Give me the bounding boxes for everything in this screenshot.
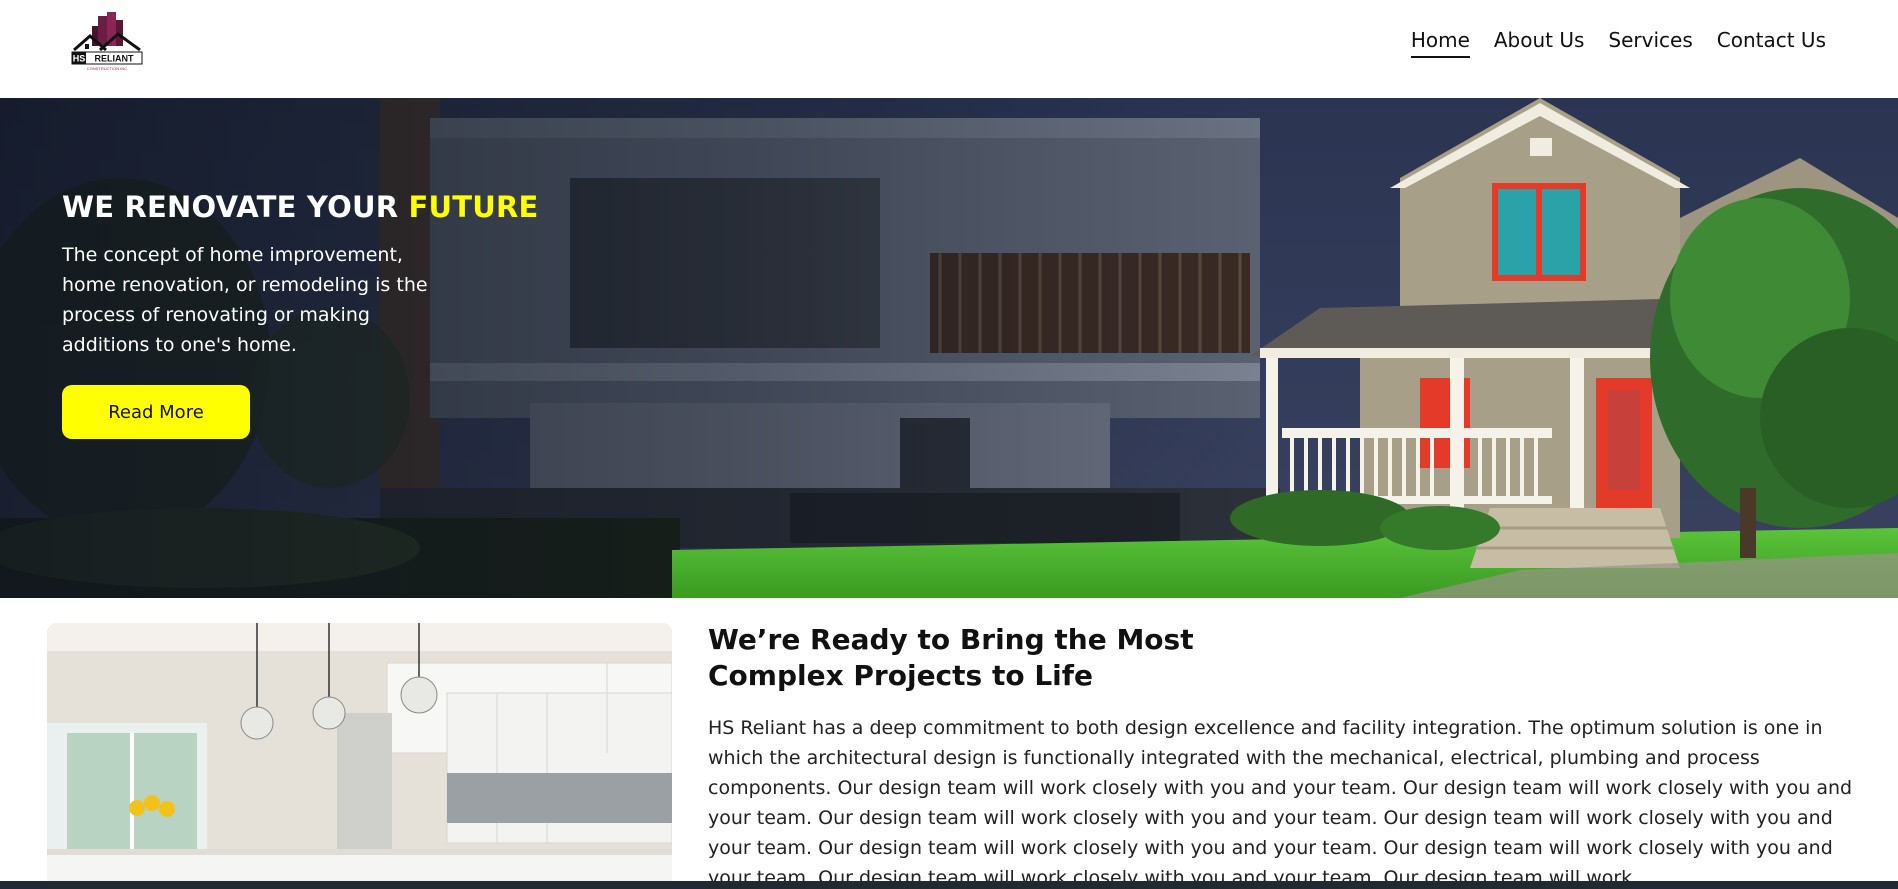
hero-title-accent: FUTURE — [408, 190, 539, 224]
kitchen-photo-graphic — [47, 623, 672, 889]
hero-title-main: WE RENOVATE YOUR — [62, 190, 409, 224]
hero-title: WE RENOVATE YOUR FUTURE — [62, 190, 539, 224]
nav-link-home[interactable]: Home — [1410, 28, 1470, 58]
about-paragraph: HS Reliant has a deep commitment to both… — [708, 717, 1853, 889]
site-header: HS RELIANT CONSTRUCTION INC Home About U… — [0, 0, 1898, 98]
read-more-button[interactable]: Read More — [62, 385, 250, 439]
logo-graphic: HS RELIANT CONSTRUCTION INC — [71, 12, 143, 71]
kitchen-image — [47, 623, 672, 889]
svg-text:CONSTRUCTION INC: CONSTRUCTION INC — [87, 66, 127, 71]
hero-banner: WE RENOVATE YOUR FUTURE The concept of h… — [0, 98, 1898, 598]
nav-link-contact-us[interactable]: Contact Us — [1717, 28, 1826, 58]
svg-text:HS: HS — [73, 54, 86, 64]
nav-link-about-us[interactable]: About Us — [1494, 28, 1585, 58]
svg-text:RELIANT: RELIANT — [95, 54, 134, 64]
nav-link-services[interactable]: Services — [1608, 28, 1692, 58]
hero-description: The concept of home improvement, home re… — [62, 244, 428, 356]
main-nav: Home About Us Services Contact Us — [1387, 28, 1826, 58]
brand-logo[interactable]: HS RELIANT CONSTRUCTION INC — [70, 12, 144, 74]
bottom-strip — [0, 881, 1898, 889]
about-heading: We’re Ready to Bring the Most Complex Pr… — [708, 623, 1194, 692]
